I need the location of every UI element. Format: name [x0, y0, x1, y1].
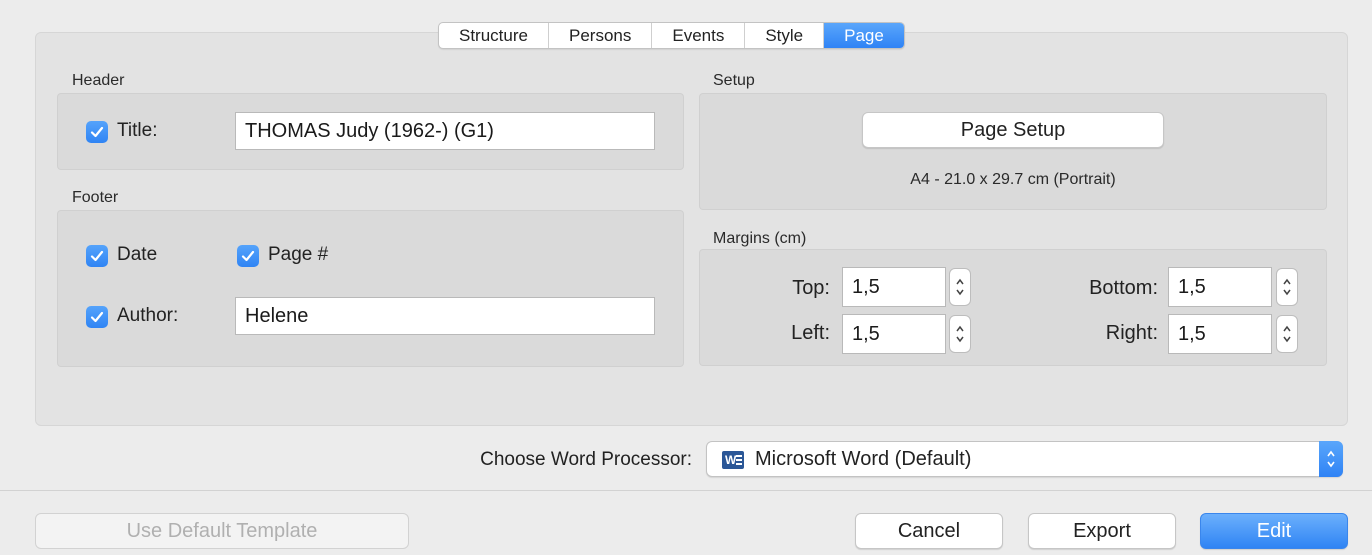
margin-left-stepper[interactable] — [949, 315, 971, 353]
margin-right-stepper[interactable] — [1276, 315, 1298, 353]
date-label: Date — [117, 244, 158, 265]
margin-right-label: Right: — [1105, 322, 1158, 344]
footer-divider — [0, 490, 1372, 491]
checkmark-icon — [241, 250, 255, 262]
margin-top-input[interactable] — [842, 267, 946, 307]
footer-section-label: Footer — [72, 189, 119, 206]
stepper-arrows-icon — [1283, 325, 1291, 343]
checkmark-icon — [90, 126, 104, 138]
author-input[interactable] — [235, 297, 655, 335]
stepper-arrows-icon — [956, 278, 964, 296]
use-default-template-button[interactable]: Use Default Template — [35, 513, 409, 549]
tab-page[interactable]: Page — [824, 23, 904, 48]
checkmark-icon — [90, 311, 104, 323]
word-icon: W — [722, 451, 744, 469]
margin-right-input[interactable] — [1168, 314, 1272, 354]
tab-structure[interactable]: Structure — [439, 23, 549, 48]
page-number-checkbox[interactable] — [237, 245, 259, 267]
setup-section-label: Setup — [713, 72, 755, 89]
date-checkbox[interactable] — [86, 245, 108, 267]
header-section-label: Header — [72, 72, 125, 89]
title-input[interactable] — [235, 112, 655, 150]
tab-bar: Structure Persons Events Style Page — [438, 22, 905, 49]
margins-section-label: Margins (cm) — [713, 230, 807, 247]
cancel-button[interactable]: Cancel — [855, 513, 1003, 549]
word-processor-label: Choose Word Processor: — [480, 449, 692, 470]
checkmark-icon — [90, 250, 104, 262]
stepper-arrows-icon — [956, 325, 964, 343]
margin-bottom-stepper[interactable] — [1276, 268, 1298, 306]
word-processor-select[interactable]: W Microsoft Word (Default) — [706, 441, 1343, 477]
title-label: Title: — [117, 120, 158, 141]
author-checkbox[interactable] — [86, 306, 108, 328]
paper-info: A4 - 21.0 x 29.7 cm (Portrait) — [910, 171, 1116, 188]
author-label: Author: — [117, 305, 179, 326]
margin-bottom-input[interactable] — [1168, 267, 1272, 307]
stepper-arrows-icon — [1283, 278, 1291, 296]
margin-top-stepper[interactable] — [949, 268, 971, 306]
edit-button[interactable]: Edit — [1200, 513, 1348, 549]
tab-events[interactable]: Events — [652, 23, 746, 48]
margin-top-label: Top: — [792, 277, 830, 299]
word-processor-value: Microsoft Word (Default) — [755, 448, 972, 470]
margin-left-input[interactable] — [842, 314, 946, 354]
page-setup-button[interactable]: Page Setup — [862, 112, 1164, 148]
page-number-label: Page # — [268, 244, 329, 265]
margin-bottom-label: Bottom: — [1089, 277, 1158, 299]
tab-style[interactable]: Style — [745, 23, 825, 48]
setup-box — [699, 93, 1327, 210]
tab-persons[interactable]: Persons — [549, 23, 653, 48]
title-checkbox[interactable] — [86, 121, 108, 143]
margin-left-label: Left: — [791, 322, 830, 344]
chevron-updown-icon — [1319, 441, 1343, 477]
footer-box — [57, 210, 684, 367]
export-button[interactable]: Export — [1028, 513, 1176, 549]
